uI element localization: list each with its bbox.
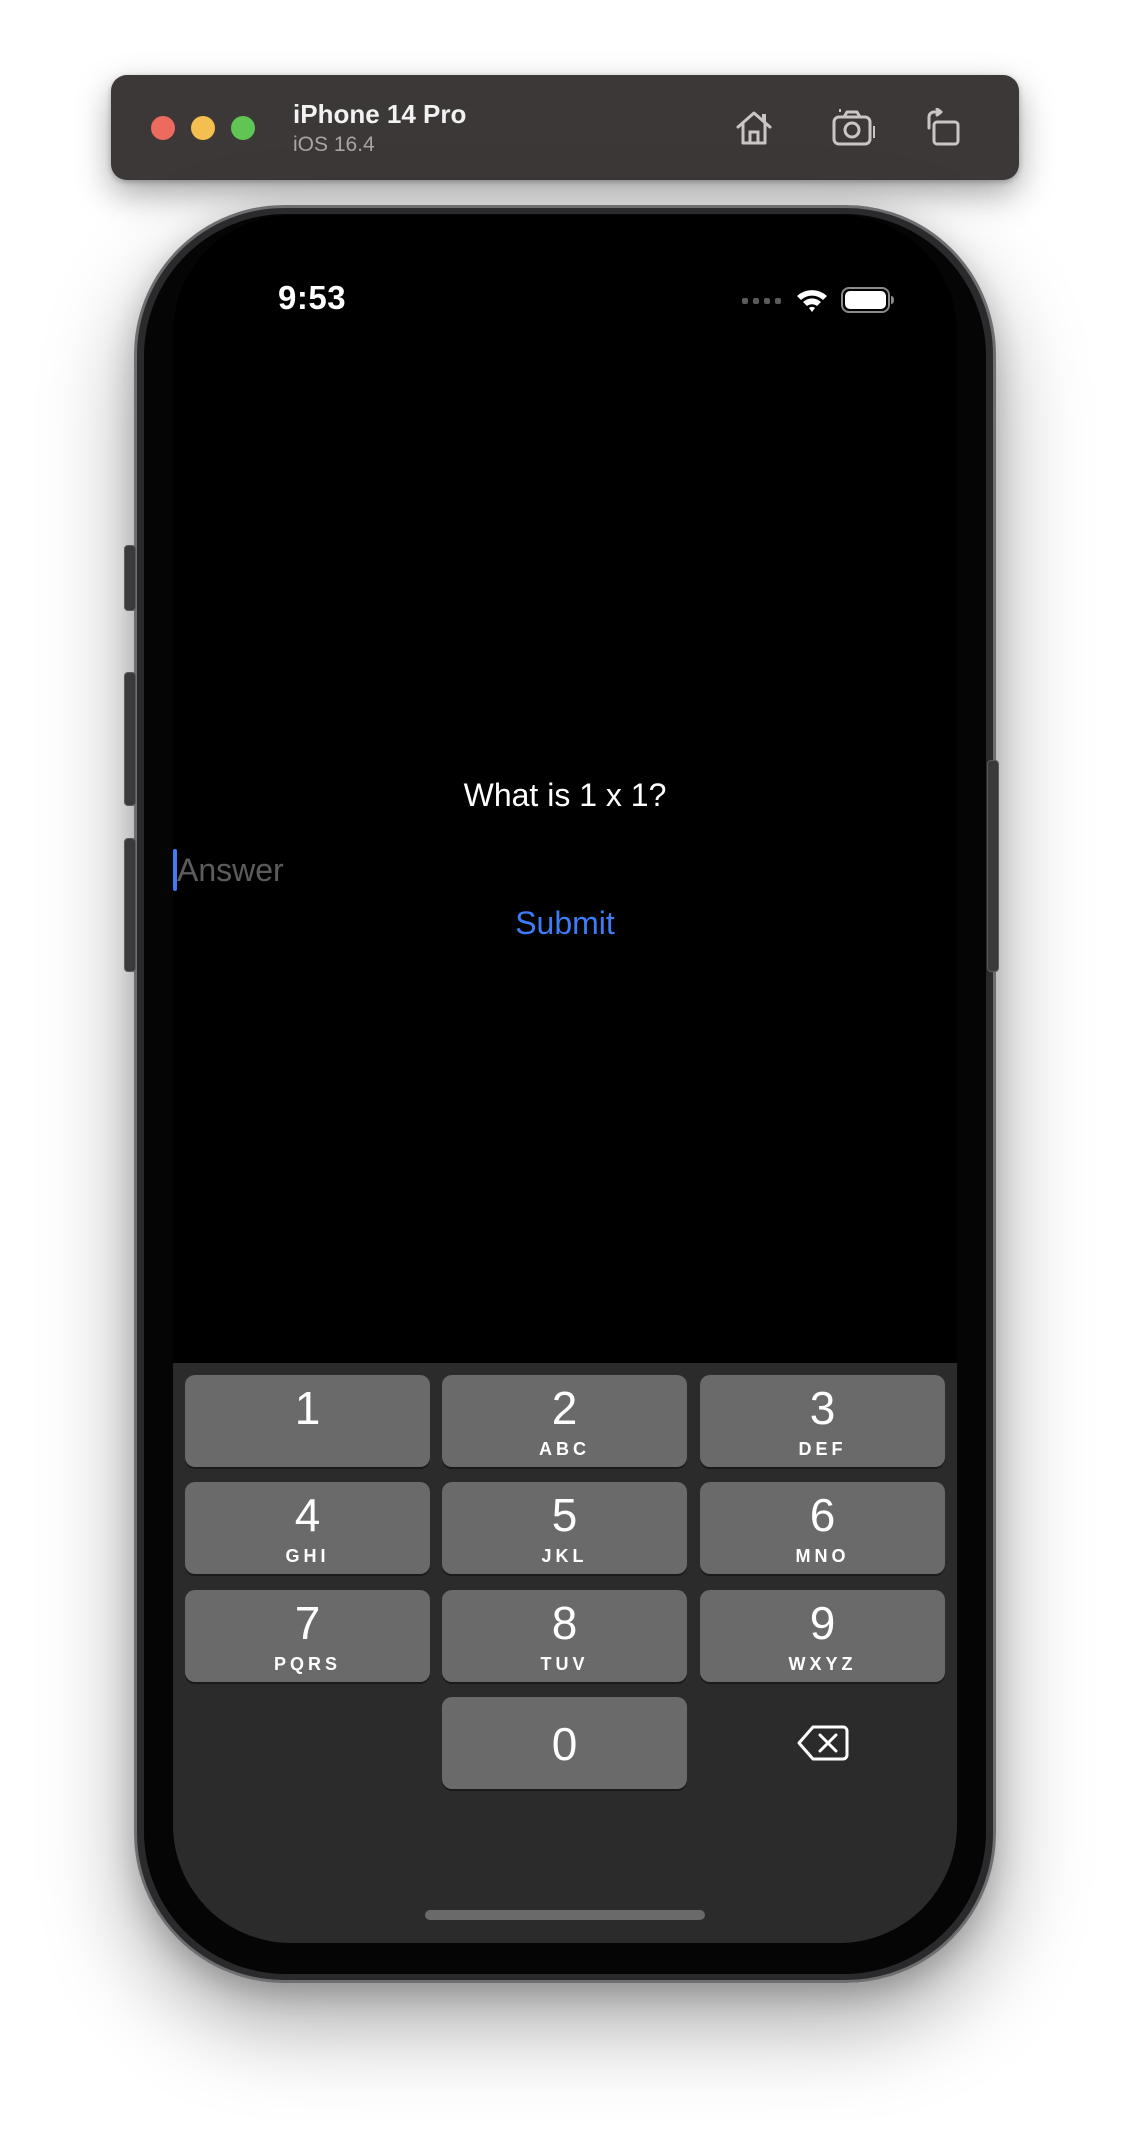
answer-field[interactable] [173,845,957,895]
phone-screen: 9:53 What is 1 x 1? Submit 1 [173,215,957,1943]
key-digit: 4 [294,1489,321,1541]
rotate-button[interactable] [919,103,969,153]
key-digit: 3 [809,1382,836,1434]
submit-button[interactable]: Submit [173,905,957,942]
minimize-window-button[interactable] [191,116,215,140]
key-3[interactable]: 3 DEF [700,1375,945,1467]
device-name: iPhone 14 Pro [293,99,467,129]
key-digit: 5 [551,1489,578,1541]
volume-up-button[interactable] [124,672,136,806]
key-letters: DEF [798,1439,847,1459]
cellular-icon [742,298,781,304]
battery-icon [841,287,894,313]
delete-key[interactable] [700,1697,945,1789]
home-indicator[interactable] [425,1910,705,1920]
key-letters: MNO [795,1546,850,1566]
number-pad-keyboard: 1 2 ABC 3 DEF 4 GHI 5 JKL 6 MNO 7 PQRS 8 [173,1363,957,1943]
backspace-icon [797,1725,848,1761]
question-label: What is 1 x 1? [463,777,667,813]
device-os-version: iOS 16.4 [293,133,375,156]
key-2[interactable]: 2 ABC [442,1375,687,1467]
power-button[interactable] [987,760,999,972]
status-icons [741,287,895,313]
key-digit: 6 [809,1489,836,1541]
key-7[interactable]: 7 PQRS [185,1590,430,1682]
key-4[interactable]: 4 GHI [185,1482,430,1574]
key-letters: GHI [285,1546,330,1566]
key-6[interactable]: 6 MNO [700,1482,945,1574]
mute-switch[interactable] [124,545,136,611]
key-letters: ABC [539,1439,590,1459]
key-digit: 0 [551,1718,578,1770]
wifi-icon [797,290,827,312]
key-1[interactable]: 1 [185,1375,430,1467]
key-0[interactable]: 0 [442,1697,687,1789]
home-button[interactable] [729,103,779,153]
key-digit: 8 [551,1597,578,1649]
key-digit: 2 [551,1382,578,1434]
rotate-icon [927,108,960,146]
key-letters: WXYZ [788,1654,857,1674]
zoom-window-button[interactable] [231,116,255,140]
key-9[interactable]: 9 WXYZ [700,1590,945,1682]
key-letters: TUV [540,1654,589,1674]
home-icon [736,111,772,145]
status-time: 9:53 [278,279,347,316]
key-8[interactable]: 8 TUV [442,1590,687,1682]
screenshot-button[interactable] [829,103,879,153]
key-digit: 1 [294,1382,321,1434]
key-letters: PQRS [273,1654,341,1674]
key-digit: 9 [809,1597,836,1649]
close-window-button[interactable] [151,116,175,140]
answer-input[interactable] [177,845,877,895]
key-digit: 7 [294,1597,321,1649]
key-letters: JKL [541,1546,588,1566]
volume-down-button[interactable] [124,838,136,972]
key-5[interactable]: 5 JKL [442,1482,687,1574]
simulator-toolbar: iPhone 14 Pro iOS 16.4 [111,75,1019,180]
screenshot-icon [832,109,875,146]
